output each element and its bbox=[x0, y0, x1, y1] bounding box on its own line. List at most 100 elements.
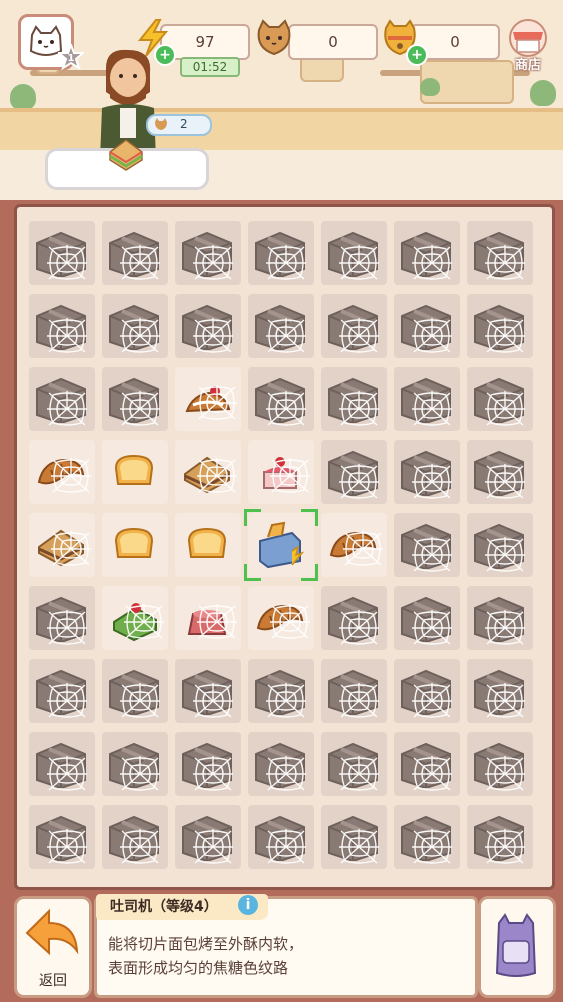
cobweb-icon bbox=[339, 683, 379, 718]
shop-label[interactable]: 商店 bbox=[505, 54, 551, 73]
board-cell-locked-box[interactable] bbox=[248, 221, 314, 285]
board-cell-locked-box[interactable] bbox=[175, 294, 241, 358]
plant-decor bbox=[530, 80, 556, 106]
board-cell-locked-box[interactable] bbox=[467, 367, 533, 431]
board-cell-cake-slice[interactable] bbox=[102, 586, 168, 650]
board-cell-locked-box[interactable] bbox=[321, 367, 387, 431]
board-cell-locked-box[interactable] bbox=[321, 659, 387, 723]
cobweb-icon bbox=[120, 756, 160, 791]
board-cell-locked-box[interactable] bbox=[29, 221, 95, 285]
board-cell-locked-box[interactable] bbox=[175, 659, 241, 723]
info-icon[interactable]: i bbox=[238, 895, 258, 915]
cobweb-icon bbox=[412, 537, 452, 572]
board-cell-locked-box[interactable] bbox=[321, 732, 387, 796]
board-cell-locked-box[interactable] bbox=[321, 805, 387, 869]
board-cell-croissant[interactable] bbox=[248, 586, 314, 650]
backpack-button[interactable] bbox=[478, 896, 556, 998]
cobweb-icon bbox=[485, 829, 525, 864]
cobweb-icon bbox=[339, 318, 379, 353]
board-cell-sandwich[interactable] bbox=[29, 513, 95, 577]
board-cell-locked-box[interactable] bbox=[102, 294, 168, 358]
board-cell-locked-box[interactable] bbox=[467, 440, 533, 504]
svg-text:1: 1 bbox=[68, 53, 75, 64]
board-cell-locked-box[interactable] bbox=[29, 732, 95, 796]
cobweb-icon bbox=[266, 683, 306, 718]
board-cell-locked-box[interactable] bbox=[394, 659, 460, 723]
board-cell-locked-box[interactable] bbox=[467, 221, 533, 285]
board-cell-locked-box[interactable] bbox=[175, 221, 241, 285]
board-cell-locked-box[interactable] bbox=[29, 805, 95, 869]
cobweb-icon bbox=[193, 683, 233, 718]
cobweb-icon bbox=[412, 464, 452, 499]
board-cell-locked-box[interactable] bbox=[102, 221, 168, 285]
toast-icon bbox=[114, 454, 154, 485]
cobweb-icon bbox=[193, 829, 233, 864]
toast-icon bbox=[114, 527, 154, 558]
add-bell-button[interactable]: + bbox=[406, 44, 428, 66]
board-cell-pudding[interactable] bbox=[175, 586, 241, 650]
cobweb-icon bbox=[266, 318, 306, 353]
cobweb-icon bbox=[485, 464, 525, 499]
cobweb-icon bbox=[47, 245, 87, 280]
board-cell-locked-box[interactable] bbox=[248, 294, 314, 358]
board-cell-locked-box[interactable] bbox=[394, 367, 460, 431]
board-cell-toast[interactable] bbox=[102, 440, 168, 504]
board-cell-locked-box[interactable] bbox=[102, 367, 168, 431]
cobweb-icon bbox=[485, 756, 525, 791]
coin-counter: 0 bbox=[288, 24, 378, 60]
cobweb-icon bbox=[485, 610, 525, 645]
board-cell-croissant[interactable] bbox=[321, 513, 387, 577]
board-cell-locked-box[interactable] bbox=[394, 732, 460, 796]
board-cell-locked-box[interactable] bbox=[102, 732, 168, 796]
board-cell-locked-box[interactable] bbox=[248, 659, 314, 723]
board-cell-locked-box[interactable] bbox=[102, 805, 168, 869]
board-cell-toast[interactable] bbox=[175, 513, 241, 577]
board-cell-locked-box[interactable] bbox=[467, 732, 533, 796]
board-cell-locked-box[interactable] bbox=[248, 805, 314, 869]
cobweb-icon bbox=[47, 391, 87, 426]
board-cell-croissant[interactable] bbox=[29, 440, 95, 504]
board-cell-locked-box[interactable] bbox=[467, 805, 533, 869]
board-cell-locked-box[interactable] bbox=[467, 586, 533, 650]
cobweb-icon bbox=[120, 391, 160, 426]
cobweb-icon bbox=[270, 458, 310, 493]
cobweb-icon bbox=[270, 604, 310, 639]
cobweb-icon bbox=[266, 829, 306, 864]
board-cell-locked-box[interactable] bbox=[394, 440, 460, 504]
board-cell-locked-box[interactable] bbox=[467, 294, 533, 358]
item-description: 能将切片面包烤至外酥内软， 表面形成均匀的焦糖色纹路 bbox=[108, 932, 303, 980]
board-cell-locked-box[interactable] bbox=[467, 513, 533, 577]
board-cell-locked-box[interactable] bbox=[321, 294, 387, 358]
board-cell-locked-box[interactable] bbox=[102, 659, 168, 723]
board-cell-locked-box[interactable] bbox=[248, 732, 314, 796]
cobweb-icon bbox=[339, 464, 379, 499]
board-cell-toast[interactable] bbox=[102, 513, 168, 577]
board-cell-locked-box[interactable] bbox=[29, 659, 95, 723]
toaster-icon bbox=[259, 521, 305, 569]
board-cell-toaster[interactable] bbox=[244, 509, 318, 581]
board-cell-cake[interactable] bbox=[248, 440, 314, 504]
board-cell-locked-box[interactable] bbox=[394, 513, 460, 577]
board-cell-locked-box[interactable] bbox=[29, 586, 95, 650]
board-cell-locked-box[interactable] bbox=[394, 294, 460, 358]
cobweb-icon bbox=[124, 604, 164, 639]
merge-board bbox=[14, 204, 555, 890]
back-label[interactable]: 返回 bbox=[14, 970, 92, 990]
board-cell-locked-box[interactable] bbox=[394, 221, 460, 285]
board-cell-cupcake[interactable] bbox=[175, 367, 241, 431]
board-cell-locked-box[interactable] bbox=[394, 805, 460, 869]
board-cell-locked-box[interactable] bbox=[321, 440, 387, 504]
sandwich-order-icon bbox=[109, 139, 143, 171]
board-cell-locked-box[interactable] bbox=[248, 367, 314, 431]
board-cell-locked-box[interactable] bbox=[321, 221, 387, 285]
board-cell-locked-box[interactable] bbox=[175, 732, 241, 796]
board-cell-locked-box[interactable] bbox=[175, 805, 241, 869]
board-cell-locked-box[interactable] bbox=[394, 586, 460, 650]
cobweb-icon bbox=[193, 245, 233, 280]
board-cell-locked-box[interactable] bbox=[467, 659, 533, 723]
cobweb-icon bbox=[120, 683, 160, 718]
board-cell-locked-box[interactable] bbox=[29, 294, 95, 358]
board-cell-locked-box[interactable] bbox=[29, 367, 95, 431]
board-cell-sandwich[interactable] bbox=[175, 440, 241, 504]
board-cell-locked-box[interactable] bbox=[321, 586, 387, 650]
